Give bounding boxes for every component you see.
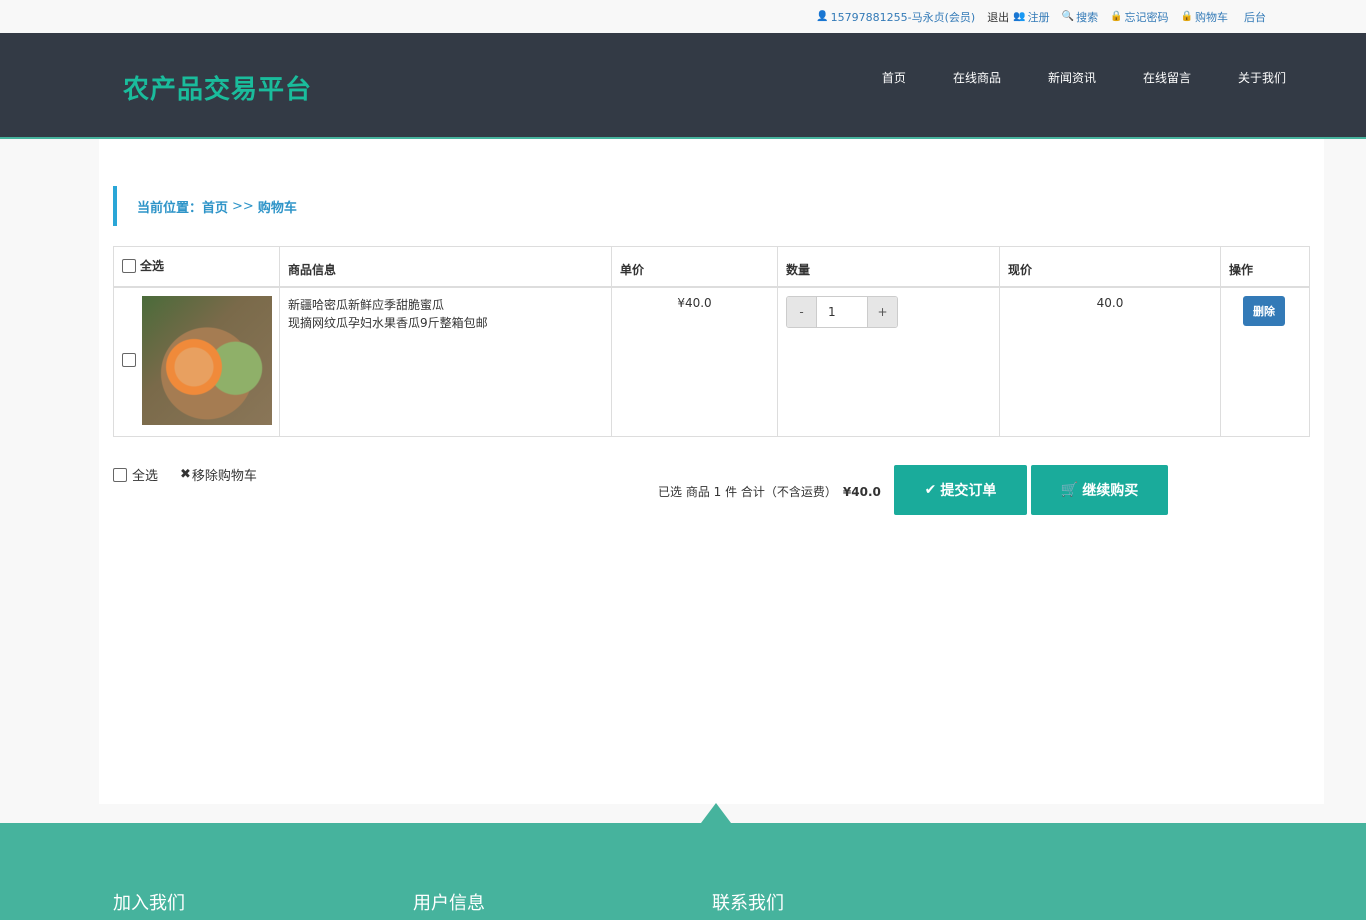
nav-about[interactable]: 关于我们	[1238, 69, 1286, 86]
nav-news[interactable]: 新闻资讯	[1048, 69, 1096, 86]
cart-summary: 已选 商品 1 件 合计（不含运费） ¥40.0	[658, 483, 881, 500]
forgot-password-link[interactable]: 🔒 忘记密码	[1110, 9, 1168, 25]
submit-order-button[interactable]: ✔ 提交订单	[894, 465, 1027, 515]
unit-price: ¥40.0	[611, 286, 778, 437]
user-plus-icon: 👥	[1013, 11, 1026, 22]
top-utility-bar: 👤 15797881255-马永贞(会员) 退出 👥 注册 🔍 搜索 🔒 忘记密…	[0, 0, 1366, 33]
footer-join-heading: 加入我们	[113, 893, 185, 914]
user-icon: 👤	[816, 11, 829, 22]
cart-label: 购物车	[1195, 10, 1228, 24]
product-image[interactable]	[142, 295, 272, 425]
lock-icon: 🔒	[1110, 11, 1123, 22]
select-all-label: 全选	[140, 259, 165, 273]
nav-products[interactable]: 在线商品	[953, 69, 1001, 86]
footer-arrow	[701, 803, 731, 823]
breadcrumb-home[interactable]: 首页	[202, 197, 228, 216]
admin-link[interactable]: 后台	[1244, 9, 1266, 25]
table-row: 新疆哈密瓜新鲜应季甜脆蜜瓜 现摘网纹瓜孕妇水果香瓜9斤整箱包邮 ¥40.0 - …	[113, 286, 1310, 437]
qty-cell: - 1 +	[777, 286, 1000, 437]
nav-messages[interactable]: 在线留言	[1143, 69, 1191, 86]
lock-icon: 🔒	[1180, 11, 1193, 22]
search-label: 搜索	[1076, 10, 1099, 24]
bottom-select-all-checkbox[interactable]	[113, 467, 127, 482]
breadcrumb: 当前位置： 首页 >> 购物车	[113, 186, 297, 226]
qty-increment-button[interactable]: +	[868, 296, 897, 327]
breadcrumb-current: 购物车	[257, 200, 297, 216]
user-name: 15797881255-马永贞(会员)	[830, 10, 976, 24]
forgot-label: 忘记密码	[1124, 10, 1169, 24]
site-logo[interactable]: 农产品交易平台	[123, 69, 312, 106]
submit-label: 提交订单	[940, 483, 997, 499]
site-header: 农产品交易平台 首页 在线商品 新闻资讯 在线留言 关于我们	[0, 33, 1366, 139]
register-label: 注册	[1027, 10, 1050, 24]
remove-from-cart-link[interactable]: ✖ 移除购物车	[180, 465, 257, 484]
logout-link[interactable]: 退出	[987, 9, 1009, 25]
cart-table: 全选 商品信息 单价 数量 现价 操作 新疆哈密瓜新鲜应季甜脆蜜瓜 现摘网纹瓜孕…	[113, 246, 1310, 437]
user-link[interactable]: 👤 15797881255-马永贞(会员)	[816, 9, 975, 25]
action-cell: 删除	[1220, 286, 1310, 437]
header-info: 商品信息	[279, 246, 612, 288]
qty-decrement-button[interactable]: -	[787, 296, 816, 327]
remove-label: 移除购物车	[191, 469, 257, 484]
product-name-line2: 现摘网纹瓜孕妇水果香瓜9斤整箱包邮	[288, 315, 488, 330]
footer-contact-heading: 联系我们	[712, 893, 784, 914]
current-price: 40.0	[999, 286, 1221, 437]
summary-text: 已选 商品 1 件 合计（不含运费）	[658, 485, 837, 499]
header-action: 操作	[1220, 246, 1310, 288]
row-select-cell	[113, 286, 280, 437]
product-info-cell: 新疆哈密瓜新鲜应季甜脆蜜瓜 现摘网纹瓜孕妇水果香瓜9斤整箱包邮	[279, 286, 612, 437]
header-now-price: 现价	[999, 246, 1221, 288]
close-icon: ✖	[180, 467, 191, 482]
header-select-all: 全选	[113, 246, 280, 288]
breadcrumb-label: 当前位置：	[137, 200, 203, 216]
summary-total: ¥40.0	[842, 485, 881, 499]
continue-label: 继续购买	[1082, 483, 1139, 499]
quantity-stepper: - 1 +	[786, 295, 898, 328]
site-footer: 加入我们 用户信息 联系我们	[0, 823, 1366, 920]
product-name[interactable]: 新疆哈密瓜新鲜应季甜脆蜜瓜 现摘网纹瓜孕妇水果香瓜9斤整箱包邮	[288, 296, 603, 332]
cart-bulk-actions: 全选 ✖ 移除购物车	[113, 465, 257, 484]
main-nav: 首页 在线商品 新闻资讯 在线留言 关于我们	[835, 69, 1286, 86]
header-price: 单价	[611, 246, 778, 288]
cart-link[interactable]: 🔒 购物车	[1181, 9, 1228, 25]
breadcrumb-separator: >>	[232, 198, 254, 214]
main-content: 当前位置： 首页 >> 购物车 全选 商品信息 单价 数量 现价 操作 新疆哈密…	[99, 139, 1324, 804]
register-link[interactable]: 👥 注册	[1013, 9, 1049, 25]
cart-icon: 🛒	[1060, 482, 1079, 498]
header-qty: 数量	[777, 246, 1000, 288]
row-checkbox[interactable]	[122, 352, 136, 367]
check-icon: ✔	[924, 482, 937, 498]
nav-home[interactable]: 首页	[882, 69, 906, 86]
bottom-select-all-label: 全选	[132, 469, 159, 484]
footer-user-info-heading: 用户信息	[413, 893, 485, 914]
search-link[interactable]: 🔍 搜索	[1062, 9, 1098, 25]
continue-shopping-button[interactable]: 🛒 继续购买	[1031, 465, 1168, 515]
table-header-row: 全选 商品信息 单价 数量 现价 操作	[113, 246, 1310, 288]
delete-button[interactable]: 删除	[1243, 295, 1285, 326]
qty-input[interactable]: 1	[816, 296, 868, 327]
search-icon: 🔍	[1061, 11, 1075, 22]
select-all-checkbox[interactable]	[122, 258, 136, 273]
product-name-line1: 新疆哈密瓜新鲜应季甜脆蜜瓜	[288, 297, 445, 312]
